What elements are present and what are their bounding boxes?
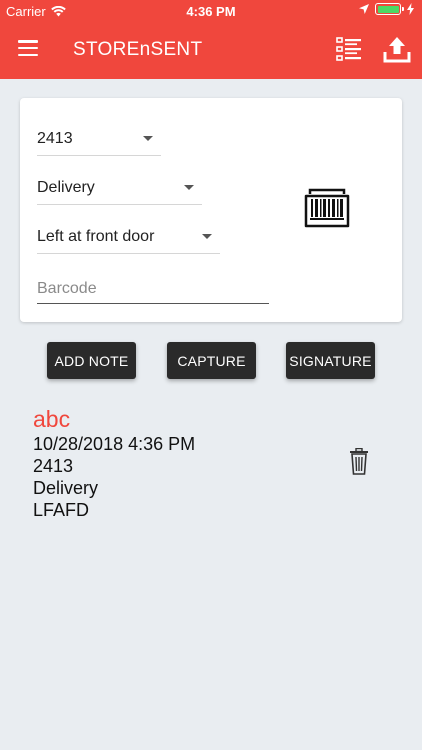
entry-type: Delivery xyxy=(33,478,99,498)
battery-icon xyxy=(375,3,404,15)
entry-title: abc xyxy=(33,406,71,432)
app-header: Carrier 4:36 PM STOREnSENT xyxy=(0,0,422,79)
delivery-note-select[interactable]: Left at front door xyxy=(37,220,220,254)
delivery-type-value: Delivery xyxy=(37,179,95,196)
order-select[interactable]: 2413 xyxy=(37,122,161,156)
menu-icon[interactable] xyxy=(18,40,38,56)
entry-code: LFAFD xyxy=(33,500,90,520)
list-icon[interactable] xyxy=(336,37,362,61)
entry-datetime: 10/28/2018 4:36 PM xyxy=(33,434,196,454)
charging-bolt-icon xyxy=(407,3,414,15)
entry-order: 2413 xyxy=(33,456,74,476)
order-select-value: 2413 xyxy=(37,130,73,147)
upload-icon[interactable] xyxy=(383,35,411,63)
add-note-button[interactable]: ADD NOTE xyxy=(47,342,136,379)
delivery-type-select[interactable]: Delivery xyxy=(37,171,202,205)
dropdown-arrow-icon xyxy=(184,185,194,190)
trash-icon[interactable] xyxy=(349,448,369,475)
app-title: STOREnSENT xyxy=(73,39,203,60)
signature-button[interactable]: SIGNATURE xyxy=(286,342,375,379)
capture-button[interactable]: CAPTURE xyxy=(167,342,256,379)
barcode-scanner-icon[interactable] xyxy=(302,186,352,230)
barcode-input[interactable] xyxy=(37,270,269,304)
delivery-note-value: Left at front door xyxy=(37,228,155,245)
dropdown-arrow-icon xyxy=(202,234,212,239)
status-right xyxy=(359,3,414,15)
dropdown-arrow-icon xyxy=(143,136,153,141)
status-bar: Carrier 4:36 PM xyxy=(0,0,422,22)
location-arrow-icon xyxy=(359,4,369,14)
